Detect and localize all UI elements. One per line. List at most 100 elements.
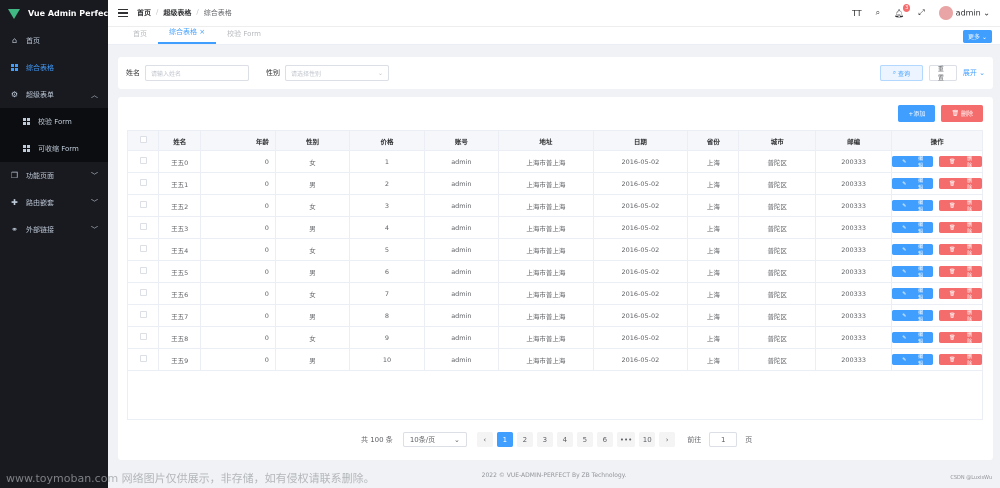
row-select-cell[interactable] bbox=[126, 172, 160, 195]
checkbox[interactable] bbox=[139, 355, 147, 362]
checkbox[interactable] bbox=[139, 136, 147, 143]
row-select-cell[interactable] bbox=[126, 326, 160, 349]
trash-icon: 🗑︎ bbox=[951, 110, 960, 117]
app-logo[interactable]: Vue Admin Perfect bbox=[0, 0, 112, 27]
breadcrumb-item[interactable]: 首页 bbox=[137, 8, 151, 18]
checkbox[interactable] bbox=[139, 179, 147, 186]
row-delete-button[interactable]: 🗑︎ 删除 bbox=[939, 332, 983, 345]
edit-button[interactable]: ✎ 编辑 bbox=[892, 288, 934, 301]
checkbox[interactable] bbox=[139, 201, 147, 208]
edit-button[interactable]: ✎ 编辑 bbox=[892, 178, 934, 191]
tab-validate-form[interactable]: 校验 Form bbox=[216, 29, 272, 44]
row-delete-button[interactable]: 🗑︎ 删除 bbox=[939, 354, 983, 367]
next-page-button[interactable]: › bbox=[659, 432, 676, 447]
page-size-select[interactable]: 10条/页 ⌄ bbox=[402, 432, 467, 447]
edit-button[interactable]: ✎ 编辑 bbox=[892, 332, 934, 345]
row-delete-button[interactable]: 🗑︎ 删除 bbox=[939, 244, 983, 257]
sidebar-item-label: 首页 bbox=[26, 36, 40, 45]
fullscreen-icon[interactable]: ⤢ bbox=[918, 8, 924, 18]
cell-city: 普陀区 bbox=[738, 172, 816, 195]
sidebar-item-table[interactable]: 综合表格 bbox=[0, 54, 108, 81]
page-button[interactable]: 1 bbox=[496, 432, 513, 447]
checkbox[interactable] bbox=[139, 311, 147, 318]
breadcrumb: 首页 / 超级表格 / 综合表格 bbox=[137, 8, 232, 18]
page-button[interactable]: 5 bbox=[576, 432, 593, 447]
expand-link[interactable]: 展开 ⌄ bbox=[963, 68, 985, 78]
page-button[interactable]: 3 bbox=[536, 432, 553, 447]
cell-age: 0 bbox=[200, 150, 276, 173]
more-pages-button[interactable]: ••• bbox=[616, 432, 636, 447]
page-button[interactable]: 6 bbox=[596, 432, 613, 447]
sidebar-item-super-form[interactable]: ⚙ 超级表单 ︿ bbox=[0, 81, 108, 108]
row-select-cell[interactable] bbox=[126, 216, 160, 239]
row-delete-button[interactable]: 🗑︎ 删除 bbox=[939, 178, 983, 191]
checkbox[interactable] bbox=[139, 267, 147, 274]
row-delete-button[interactable]: 🗑︎ 删除 bbox=[939, 265, 983, 279]
close-icon[interactable]: × bbox=[199, 28, 205, 36]
tab-table[interactable]: 综合表格 × bbox=[158, 27, 217, 44]
row-select-cell[interactable] bbox=[126, 150, 160, 173]
checkbox[interactable] bbox=[139, 223, 147, 230]
add-button[interactable]: +添加 bbox=[898, 105, 936, 122]
breadcrumb-item[interactable]: 超级表格 bbox=[163, 8, 191, 18]
font-size-icon[interactable]: TT bbox=[852, 9, 862, 18]
page-button[interactable]: 4 bbox=[556, 432, 573, 447]
grid-icon bbox=[10, 63, 19, 72]
row-select-cell[interactable] bbox=[126, 194, 160, 217]
row-delete-button[interactable]: 🗑︎ 删除 bbox=[939, 310, 983, 323]
gender-select[interactable]: 请选择性别 ⌄ bbox=[285, 65, 389, 81]
table-row: 王五9 0 男 10 admin 上海市普上海 2016-05-02 上海 普陀区 200333 ✎… bbox=[126, 348, 983, 371]
edit-button[interactable]: ✎ 编辑 bbox=[892, 354, 934, 367]
cell-province: 上海 bbox=[687, 216, 740, 239]
goto-page-input[interactable]: 1 bbox=[709, 432, 738, 447]
row-delete-button[interactable]: 🗑︎ 删除 bbox=[939, 156, 983, 169]
delete-button[interactable]: 🗑︎ 删除 bbox=[941, 105, 983, 122]
page-button[interactable]: 2 bbox=[516, 432, 533, 447]
bell-icon[interactable]: 🔔︎ 3 bbox=[894, 3, 911, 18]
row-delete-button[interactable]: 🗑︎ 删除 bbox=[939, 288, 983, 301]
row-select-cell[interactable] bbox=[126, 348, 160, 371]
row-actions: ✎ 编辑 🗑︎ 删除 bbox=[891, 304, 983, 327]
cell-account: admin bbox=[423, 150, 500, 173]
cell-city: 普陀区 bbox=[738, 194, 816, 217]
tab-bar: 首页 综合表格 × 校验 Form 更多 ⌄ bbox=[108, 27, 1000, 45]
sidebar-item-function[interactable]: ❐ 功能页面 ﹀ bbox=[0, 162, 108, 189]
search-icon[interactable]: ⌕ bbox=[876, 8, 880, 18]
query-button[interactable]: ⌕ 查询 bbox=[879, 65, 923, 81]
checkbox[interactable] bbox=[139, 289, 147, 296]
sidebar-item-validate-form[interactable]: 校验 Form bbox=[0, 108, 108, 135]
row-select-cell[interactable] bbox=[126, 282, 160, 305]
page-button[interactable]: 10 bbox=[639, 432, 656, 447]
sidebar-item-home[interactable]: ⌂ 首页 bbox=[0, 27, 108, 54]
prev-page-button[interactable]: ‹ bbox=[476, 432, 493, 447]
row-actions: ✎ 编辑 🗑︎ 删除 bbox=[891, 282, 983, 305]
row-select-cell[interactable] bbox=[126, 304, 160, 327]
cell-gender: 女 bbox=[274, 282, 351, 305]
sidebar-item-external-link[interactable]: ⚭ 外部链接 ﹀ bbox=[0, 216, 108, 243]
checkbox[interactable] bbox=[139, 333, 147, 340]
row-delete-button[interactable]: 🗑︎ 删除 bbox=[939, 200, 983, 213]
row-select-cell[interactable] bbox=[126, 238, 160, 261]
sidebar-item-collapse-form[interactable]: 可收缩 Form bbox=[0, 135, 108, 162]
edit-button[interactable]: ✎ 编辑 bbox=[892, 310, 934, 323]
edit-button[interactable]: ✎ 编辑 bbox=[892, 222, 934, 235]
menu-fold-icon[interactable] bbox=[118, 8, 128, 18]
row-delete-button[interactable]: 🗑︎ 删除 bbox=[939, 222, 983, 235]
name-input[interactable]: 请输入姓名 bbox=[145, 65, 249, 81]
checkbox[interactable] bbox=[139, 245, 147, 252]
user-menu[interactable]: admin ⌄ bbox=[938, 6, 990, 20]
edit-button[interactable]: ✎ 编辑 bbox=[892, 156, 934, 169]
reset-button[interactable]: 重置 bbox=[928, 65, 957, 82]
more-button[interactable]: 更多 ⌄ bbox=[963, 30, 992, 43]
delete-label: 删除 bbox=[967, 265, 973, 279]
edit-button[interactable]: ✎ 编辑 bbox=[892, 200, 934, 213]
edit-button[interactable]: ✎ 编辑 bbox=[892, 266, 934, 279]
cell-gender: 女 bbox=[274, 238, 351, 261]
row-select-cell[interactable] bbox=[126, 260, 160, 283]
tab-home[interactable]: 首页 bbox=[122, 29, 158, 44]
cell-price: 3 bbox=[349, 194, 425, 217]
edit-button[interactable]: ✎ 编辑 bbox=[892, 244, 934, 257]
sidebar-item-nested-route[interactable]: ✚ 路由嵌套 ﹀ bbox=[0, 189, 108, 216]
select-all-cell[interactable] bbox=[126, 130, 160, 151]
checkbox[interactable] bbox=[139, 157, 147, 164]
